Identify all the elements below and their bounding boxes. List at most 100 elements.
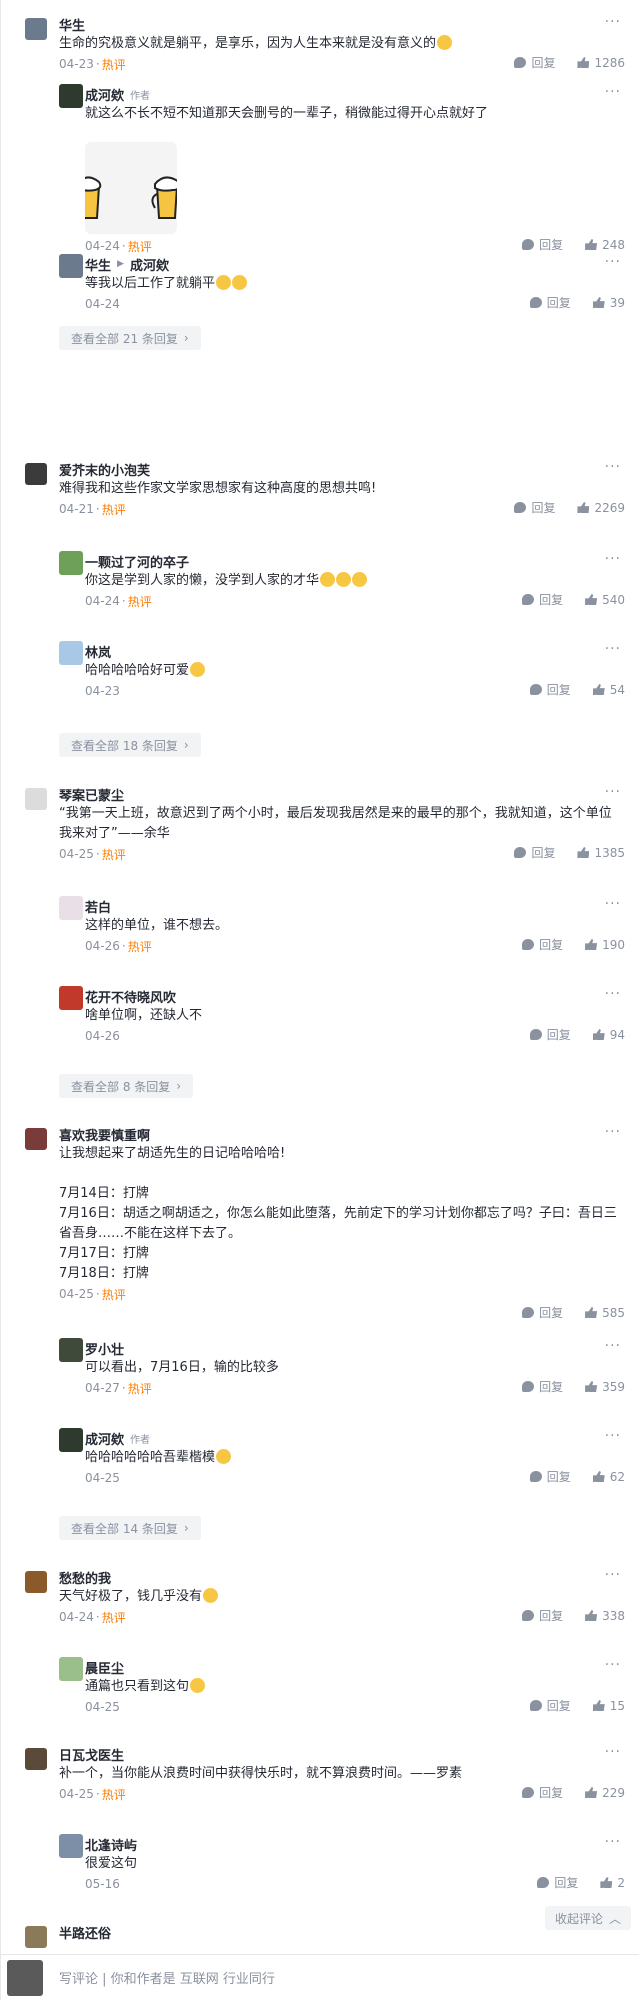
like-button[interactable]: 338 bbox=[585, 1609, 625, 1623]
avatar[interactable] bbox=[59, 254, 83, 278]
emoji-icon bbox=[190, 662, 206, 677]
avatar[interactable] bbox=[25, 1128, 47, 1150]
more-options-icon[interactable]: ··· bbox=[605, 84, 621, 100]
reply-button[interactable]: 回复 bbox=[537, 1874, 578, 1891]
view-all-replies-button[interactable]: 查看全部 8 条回复 › bbox=[59, 1074, 194, 1098]
reply-button[interactable]: 回复 bbox=[529, 1468, 571, 1485]
reply-author[interactable]: 林岚 bbox=[85, 642, 111, 661]
avatar[interactable] bbox=[59, 986, 83, 1010]
like-button[interactable]: 2269 bbox=[577, 501, 625, 515]
like-button[interactable]: 15 bbox=[592, 1699, 625, 1713]
like-button[interactable]: 190 bbox=[585, 938, 625, 952]
comment-author[interactable]: 半路还俗 bbox=[59, 1923, 111, 1942]
more-options-icon[interactable]: ··· bbox=[605, 1744, 621, 1760]
reply-button[interactable]: 回复 bbox=[522, 591, 563, 608]
view-all-replies-button[interactable]: 查看全部 21 条回复 › bbox=[59, 326, 201, 350]
reply-button[interactable]: 回复 bbox=[522, 1784, 563, 1801]
reply-actions: 回复 2 bbox=[537, 1874, 625, 1891]
more-options-icon[interactable]: ··· bbox=[605, 784, 621, 800]
reply-author[interactable]: 罗小壮 bbox=[85, 1339, 124, 1358]
avatar[interactable] bbox=[25, 788, 47, 810]
like-button[interactable]: 229 bbox=[585, 1786, 625, 1800]
reply-button[interactable]: 回复 bbox=[529, 1026, 571, 1043]
reply-target[interactable]: 成河欸 bbox=[130, 255, 169, 274]
reply-author[interactable]: 花开不待晓风吹 bbox=[85, 987, 176, 1006]
more-options-icon[interactable]: ··· bbox=[605, 254, 621, 270]
reply-author[interactable]: 一颗过了河的卒子 bbox=[85, 552, 189, 571]
more-options-icon[interactable]: ··· bbox=[605, 1567, 621, 1583]
like-button[interactable]: 248 bbox=[585, 238, 625, 252]
like-button[interactable]: 54 bbox=[592, 683, 625, 697]
my-avatar[interactable] bbox=[7, 1959, 43, 1996]
like-button[interactable]: 94 bbox=[592, 1028, 625, 1042]
thumbs-up-icon bbox=[585, 1307, 598, 1318]
like-button[interactable]: 39 bbox=[592, 296, 625, 310]
avatar[interactable] bbox=[25, 1926, 47, 1948]
reply-button[interactable]: 回复 bbox=[522, 936, 563, 953]
reply-author[interactable]: 成河欸 bbox=[85, 85, 124, 104]
more-options-icon[interactable]: ··· bbox=[605, 1657, 621, 1673]
comment-author[interactable]: 日瓦戈医生 bbox=[59, 1745, 124, 1764]
comment-author[interactable]: 琴案已蒙尘 bbox=[59, 785, 124, 804]
like-button[interactable]: 1385 bbox=[577, 846, 625, 860]
more-options-icon[interactable]: ··· bbox=[605, 1428, 621, 1444]
like-button[interactable]: 585 bbox=[585, 1306, 625, 1320]
reply-icon bbox=[514, 502, 527, 513]
avatar[interactable] bbox=[59, 551, 83, 575]
chevron-right-icon: › bbox=[183, 1521, 189, 1535]
avatar[interactable] bbox=[59, 84, 83, 108]
reply-button[interactable]: 回复 bbox=[522, 1378, 563, 1395]
more-options-icon[interactable]: ··· bbox=[605, 14, 621, 30]
more-options-icon[interactable]: ··· bbox=[605, 986, 621, 1002]
reply-button[interactable]: 回复 bbox=[529, 1697, 571, 1714]
reply-author[interactable]: 晨臣尘 bbox=[85, 1658, 124, 1677]
collapse-comments-button[interactable]: 收起评论 ︿ bbox=[544, 1906, 631, 1930]
more-options-icon[interactable]: ··· bbox=[605, 896, 621, 912]
more-options-icon[interactable]: ··· bbox=[605, 1338, 621, 1354]
like-button[interactable]: 540 bbox=[585, 593, 625, 607]
like-button[interactable]: 62 bbox=[592, 1470, 625, 1484]
reply-author[interactable]: 若白 bbox=[85, 897, 111, 916]
more-options-icon[interactable]: ··· bbox=[605, 1834, 621, 1850]
view-all-replies-button[interactable]: 查看全部 14 条回复 › bbox=[59, 1516, 201, 1540]
avatar[interactable] bbox=[25, 1571, 47, 1593]
comment-author[interactable]: 爱芥末的小泡芙 bbox=[59, 460, 150, 479]
view-all-replies-button[interactable]: 查看全部 18 条回复 › bbox=[59, 733, 201, 757]
reply-button[interactable]: 回复 bbox=[514, 844, 555, 861]
reply-button[interactable]: 回复 bbox=[522, 1607, 563, 1624]
reply-author[interactable]: 华生 bbox=[85, 255, 111, 274]
chevron-up-icon: ︿ bbox=[608, 1911, 621, 1926]
avatar[interactable] bbox=[59, 1657, 83, 1681]
avatar[interactable] bbox=[59, 641, 83, 665]
like-button[interactable]: 2 bbox=[600, 1876, 625, 1890]
comment-input[interactable]: 写评论 | 你和作者是 互联网 行业同行 bbox=[59, 1968, 639, 1987]
comment-author[interactable]: 华生 bbox=[59, 15, 85, 34]
more-options-icon[interactable]: ··· bbox=[605, 1124, 621, 1140]
avatar[interactable] bbox=[59, 1834, 83, 1858]
reply-button[interactable]: 回复 bbox=[529, 681, 571, 698]
comment-author[interactable]: 愁愁的我 bbox=[59, 1568, 111, 1587]
reply-button[interactable]: 回复 bbox=[514, 54, 555, 71]
reply-button[interactable]: 回复 bbox=[522, 236, 563, 253]
avatar[interactable] bbox=[25, 463, 47, 485]
more-options-icon[interactable]: ··· bbox=[605, 641, 621, 657]
thumbs-up-icon bbox=[577, 57, 590, 68]
chevron-right-icon: › bbox=[183, 331, 189, 345]
reply-author[interactable]: 成河欸 bbox=[85, 1429, 124, 1448]
like-button[interactable]: 359 bbox=[585, 1380, 625, 1394]
more-options-icon[interactable]: ··· bbox=[605, 459, 621, 475]
more-options-icon[interactable]: ··· bbox=[605, 551, 621, 567]
comment-author[interactable]: 喜欢我要慎重啊 bbox=[59, 1125, 150, 1144]
sticker-image[interactable] bbox=[85, 142, 177, 234]
avatar[interactable] bbox=[59, 896, 83, 920]
reply-button[interactable]: 回复 bbox=[522, 1304, 563, 1321]
avatar[interactable] bbox=[25, 18, 47, 40]
like-button[interactable]: 1286 bbox=[577, 56, 625, 70]
avatar[interactable] bbox=[59, 1338, 83, 1362]
reply-button[interactable]: 回复 bbox=[529, 294, 571, 311]
thumbs-up-icon bbox=[592, 1029, 605, 1040]
avatar[interactable] bbox=[25, 1748, 47, 1770]
reply-button[interactable]: 回复 bbox=[514, 499, 555, 516]
avatar[interactable] bbox=[59, 1428, 83, 1452]
reply-author[interactable]: 北逢诗屿 bbox=[85, 1835, 137, 1854]
